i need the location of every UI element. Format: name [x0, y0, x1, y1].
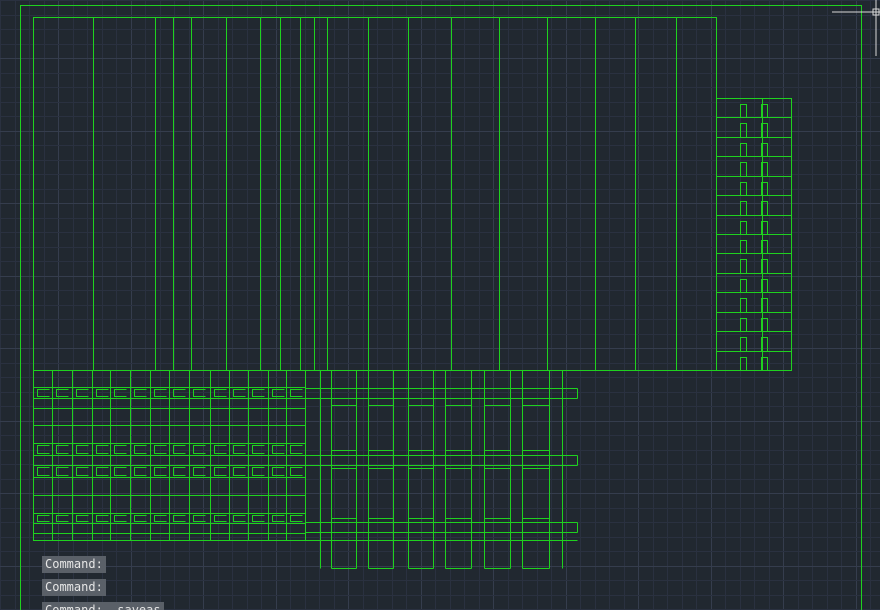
- strip-panel: [33, 17, 717, 371]
- cell-body: [522, 405, 550, 451]
- outer-border: [20, 5, 862, 610]
- small-slot: [290, 445, 303, 454]
- small-slot: [252, 515, 265, 522]
- cell-top-cap: [522, 370, 550, 389]
- background-grid: [0, 0, 880, 610]
- small-slot: [37, 515, 50, 522]
- small-slot: [134, 445, 147, 454]
- command-line-text: Command: _saveas: [42, 602, 164, 610]
- slot: [740, 104, 747, 118]
- small-slot: [134, 515, 147, 522]
- command-line: Command: _saveas: [42, 599, 342, 610]
- small-slot: [252, 467, 265, 476]
- cell-top-cap: [368, 370, 394, 389]
- cell-top-cap: [331, 370, 357, 389]
- small-slot: [290, 515, 303, 522]
- small-slot: [214, 467, 227, 476]
- cell-top-cap: [484, 370, 511, 389]
- drawing-canvas[interactable]: [0, 0, 880, 610]
- small-slot: [37, 467, 50, 476]
- small-slot: [233, 445, 246, 454]
- small-slot: [173, 445, 186, 454]
- slot: [740, 337, 747, 352]
- small-slot: [272, 515, 285, 522]
- small-slot: [233, 515, 246, 522]
- small-slot: [76, 515, 89, 522]
- small-slot: [290, 467, 303, 476]
- small-slot: [214, 445, 227, 454]
- cell-body: [484, 405, 511, 451]
- small-slot: [214, 515, 227, 522]
- slot: [740, 318, 747, 332]
- small-slot: [272, 467, 285, 476]
- small-slot: [134, 467, 147, 476]
- command-line-text: Command:: [42, 579, 106, 596]
- drawing-geometry: [20, 5, 862, 610]
- command-line: Command:: [42, 553, 342, 573]
- cell-top-cap: [445, 370, 472, 389]
- small-slot: [252, 445, 265, 454]
- command-line-text: Command:: [42, 556, 106, 573]
- small-slot: [173, 515, 186, 522]
- small-slot: [76, 467, 89, 476]
- cell-body: [331, 405, 357, 451]
- small-slot: [233, 467, 246, 476]
- command-line: Command:: [42, 576, 342, 596]
- cell-body: [445, 405, 472, 451]
- command-history: Command: Command: Command: _saveas: [42, 553, 342, 610]
- slot: [740, 123, 747, 138]
- drawing-viewport[interactable]: Command: Command: Command: _saveas: [0, 0, 880, 610]
- small-slot: [272, 445, 285, 454]
- small-slot: [37, 445, 50, 454]
- small-slot: [76, 445, 89, 454]
- cell-body: [368, 405, 394, 451]
- small-slot: [173, 467, 186, 476]
